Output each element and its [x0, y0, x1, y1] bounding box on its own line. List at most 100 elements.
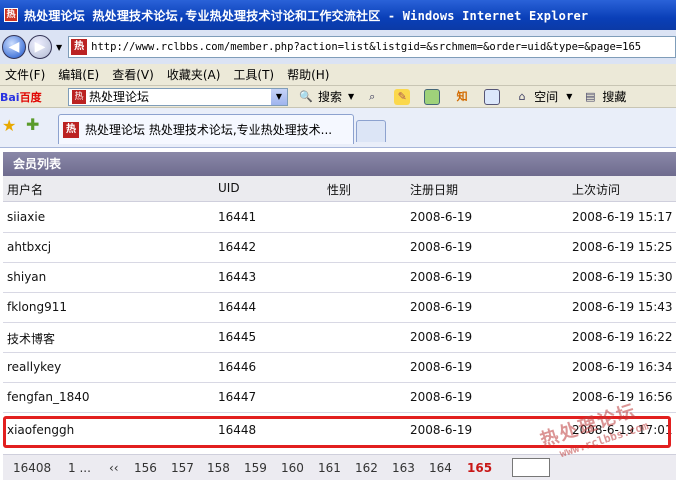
pager-page[interactable]: 159	[244, 461, 267, 475]
pagination: 16408 1 ... ‹‹ 156 157 158 159 160 161 1…	[3, 454, 676, 480]
last-visit-cell: 2008-6-19 15:25	[572, 240, 673, 254]
favorites-star-icon[interactable]: ★	[2, 116, 16, 135]
pager-page[interactable]: 161	[318, 461, 341, 475]
image-icon	[424, 88, 441, 105]
last-visit-cell: 2008-6-19 15:17	[572, 210, 673, 224]
table-row: fengfan_1840 16447 2008-6-19 2008-6-19 1…	[3, 383, 676, 413]
pager-current-page: 165	[467, 461, 493, 475]
nav-history-dropdown-icon[interactable]: ▼	[56, 43, 62, 52]
back-button[interactable]: ◀	[2, 35, 26, 59]
username-link[interactable]: fengfan_1840	[7, 390, 90, 404]
member-list-title: 会员列表	[3, 152, 676, 176]
pager-page[interactable]: 157	[171, 461, 194, 475]
table-row: fklong911 16444 2008-6-19 2008-6-19 15:4…	[3, 293, 676, 323]
toolbar-space-label: 空间	[534, 90, 559, 104]
username-link[interactable]: 技术博客	[7, 330, 55, 347]
toolbar-grid-button[interactable]	[484, 88, 504, 105]
pager-page[interactable]: 160	[281, 461, 304, 475]
site-favicon-icon: 热	[71, 39, 88, 55]
toolbar-highlight-button[interactable]: ✎	[394, 88, 414, 105]
magnifier-icon: 🔍	[299, 89, 313, 103]
pager-page[interactable]: 162	[355, 461, 378, 475]
menu-file[interactable]: 文件(F)	[0, 66, 53, 83]
pager-first[interactable]: 1 ...	[68, 461, 91, 475]
uid-cell: 16443	[218, 270, 257, 284]
toolbar-search-label: 搜索	[318, 90, 343, 104]
username-link[interactable]: shiyan	[7, 270, 46, 284]
last-visit-cell: 2008-6-19 15:43	[572, 300, 673, 314]
url-field[interactable]: 热 http://www.rclbbs.com/member.php?actio…	[68, 36, 676, 58]
pager-page[interactable]: 163	[392, 461, 415, 475]
window-title: 热处理论坛 热处理技术论坛,专业热处理技术讨论和工作交流社区 - Windows…	[24, 8, 589, 23]
registered-cell: 2008-6-19	[410, 360, 473, 374]
last-visit-cell: 2008-6-19 16:56	[572, 390, 673, 404]
registered-cell: 2008-6-19	[410, 330, 473, 344]
tab-label: 热处理论坛 热处理技术论坛,专业热处理技术...	[85, 123, 333, 137]
menu-edit[interactable]: 编辑(E)	[53, 66, 107, 83]
baidu-logo[interactable]: Bai百度	[0, 89, 52, 105]
toolbar-search-value[interactable]: 热处理论坛	[89, 88, 271, 105]
registered-cell: 2008-6-19	[410, 390, 473, 404]
registered-cell: 2008-6-19	[410, 210, 473, 224]
table-row: reallykey 16446 2008-6-19 2008-6-19 16:3…	[3, 353, 676, 383]
table-header: 用户名 UID 性别 注册日期 上次访问	[3, 176, 676, 202]
col-registered[interactable]: 注册日期	[410, 181, 458, 198]
col-uid[interactable]: UID	[218, 181, 240, 195]
menu-view[interactable]: 查看(V)	[107, 66, 162, 83]
uid-cell: 16447	[218, 390, 257, 404]
house-icon: ⌂	[518, 89, 526, 103]
tab-favicon-icon: 热	[63, 121, 79, 138]
search-favicon-icon: 热	[72, 89, 86, 104]
username-link[interactable]: ahtbxcj	[7, 240, 51, 254]
menu-favorites[interactable]: 收藏夹(A)	[162, 66, 229, 83]
table-row: ahtbxcj 16442 2008-6-19 2008-6-19 15:25	[3, 233, 676, 263]
registered-cell: 2008-6-19	[410, 270, 473, 284]
toolbar-zhidao-button[interactable]: 知	[454, 89, 474, 105]
search-dropdown-icon[interactable]: ▼	[271, 88, 287, 105]
username-link[interactable]: fklong911	[7, 300, 67, 314]
page-jump-input[interactable]	[512, 458, 550, 477]
baidu-logo-accent: 百度	[19, 90, 42, 104]
uid-cell: 16444	[218, 300, 257, 314]
page-content: 会员列表 用户名 UID 性别 注册日期 上次访问 siiaxie 16441 …	[0, 148, 676, 483]
username-link[interactable]: reallykey	[7, 360, 61, 374]
table-row: shiyan 16443 2008-6-19 2008-6-19 15:30	[3, 263, 676, 293]
url-text[interactable]: http://www.rclbbs.com/member.php?action=…	[91, 41, 641, 53]
toolbar-space-button[interactable]: ⌂ 空间 ▼	[514, 88, 573, 105]
bookmark-icon: ▤	[585, 89, 596, 103]
uid-cell: 16445	[218, 330, 257, 344]
toolbar-search-button[interactable]: 🔍 搜索 ▼	[298, 88, 354, 105]
uid-cell: 16442	[218, 240, 257, 254]
table-row: siiaxie 16441 2008-6-19 2008-6-19 15:17	[3, 203, 676, 233]
add-favorite-icon[interactable]: ✚	[26, 115, 39, 134]
pager-page[interactable]: 156	[134, 461, 157, 475]
toolbar-collect-label: 搜藏	[602, 90, 627, 104]
uid-cell: 16446	[218, 360, 257, 374]
menu-tools[interactable]: 工具(T)	[228, 66, 282, 83]
forward-button[interactable]: ▶	[28, 35, 52, 59]
find-icon: ⌕	[369, 89, 376, 103]
pager-page[interactable]: 164	[429, 461, 452, 475]
toolbar-image-button[interactable]	[424, 88, 444, 105]
menu-help[interactable]: 帮助(H)	[282, 66, 337, 83]
window-titlebar: 热 热处理论坛 热处理技术论坛,专业热处理技术讨论和工作交流社区 - Windo…	[0, 0, 676, 30]
tab-active[interactable]: 热 热处理论坛 热处理技术论坛,专业热处理技术...	[58, 114, 354, 144]
highlight-icon: ✎	[394, 88, 411, 105]
col-gender[interactable]: 性别	[327, 181, 351, 198]
username-link[interactable]: siiaxie	[7, 210, 45, 224]
pager-page[interactable]: 158	[207, 461, 230, 475]
toolbar-collect-button[interactable]: ▤ 搜藏	[582, 88, 626, 105]
highlight-annotation-box	[3, 416, 671, 448]
col-username[interactable]: 用户名	[7, 181, 43, 198]
baidu-logo-main: Bai	[0, 90, 20, 104]
tab-row: ★ ✚ 热 热处理论坛 热处理技术论坛,专业热处理技术...	[0, 108, 676, 148]
pager-total: 16408	[13, 461, 52, 475]
new-tab-button[interactable]	[356, 120, 386, 142]
uid-cell: 16441	[218, 210, 257, 224]
ie-favicon-icon: 热	[4, 8, 18, 22]
col-last-visit[interactable]: 上次访问	[572, 181, 620, 198]
toolbar-search-input[interactable]: 热 热处理论坛 ▼	[68, 87, 288, 106]
last-visit-cell: 2008-6-19 16:34	[572, 360, 673, 374]
pager-prev[interactable]: ‹‹	[109, 461, 119, 475]
toolbar-find-button[interactable]: ⌕	[364, 89, 384, 105]
